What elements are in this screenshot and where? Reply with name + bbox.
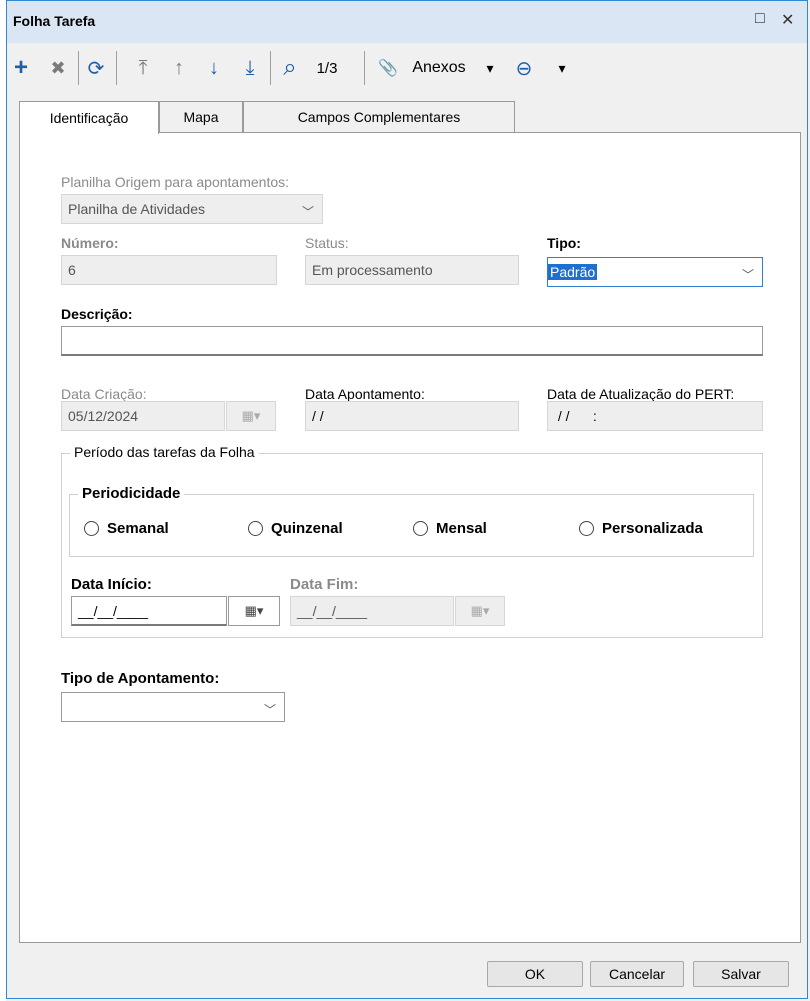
cancel-button[interactable]: Cancelar (590, 961, 684, 987)
data-criacao-field: 05/12/2024 (61, 401, 225, 431)
last-record-icon[interactable]: ⤓ (240, 53, 260, 83)
radio-circle (579, 521, 594, 536)
radio-mensal[interactable]: Mensal (413, 520, 487, 537)
folha-tarefa-window: Folha Tarefa □ ✕ + ✖ ⟳ ⤒ ↑ ↓ ⤓ ⌕ 1/3 📎 A… (6, 0, 808, 999)
status-label: Status: (305, 235, 349, 251)
tipo-select[interactable]: Padrão ﹀ (547, 257, 763, 287)
tab-campos-complementares[interactable]: Campos Complementares (243, 101, 515, 132)
delete-icon[interactable]: ✖ (47, 53, 69, 83)
calendar-icon[interactable]: ▦▾ (228, 596, 280, 626)
descricao-label: Descrição: (61, 306, 133, 322)
periodicidade-title: Periodicidade (78, 485, 185, 502)
toolbar: + ✖ ⟳ ⤒ ↑ ↓ ⤓ ⌕ 1/3 📎 Anexos ▾ ⊖ ▾ (7, 43, 807, 95)
planilha-select: Planilha de Atividades ﹀ (61, 194, 323, 224)
first-record-icon[interactable]: ⤒ (133, 53, 153, 83)
radio-semanal-label: Semanal (107, 520, 169, 537)
ok-button[interactable]: OK (487, 961, 583, 987)
status-field: Em processamento (305, 255, 519, 285)
close-icon[interactable]: ✕ (781, 10, 794, 30)
restore-icon[interactable]: □ (755, 10, 765, 28)
identificacao-panel: Planilha Origem para apontamentos: Plani… (19, 132, 801, 943)
refresh-icon[interactable]: ⟳ (85, 53, 107, 83)
radio-circle (84, 521, 99, 536)
add-icon[interactable]: + (11, 53, 31, 83)
data-pert-field: / / : (547, 401, 763, 431)
tipo-label: Tipo: (547, 235, 581, 251)
tipo-value: Padrão (548, 264, 598, 280)
radio-mensal-label: Mensal (436, 520, 487, 537)
window-title: Folha Tarefa (13, 13, 96, 29)
periodo-group: Período das tarefas da Folha Periodicida… (61, 444, 763, 638)
search-icon[interactable]: ⌕ (279, 53, 301, 83)
chevron-down-icon: ﹀ (741, 268, 754, 282)
data-apontamento-field: / / (305, 401, 519, 431)
tab-identificacao[interactable]: Identificação (19, 101, 159, 134)
calendar-icon: ▦▾ (455, 596, 505, 626)
periodicidade-group: Periodicidade Semanal Quinzenal Mensal P… (69, 485, 754, 557)
chevron-down-icon: ﹀ (301, 205, 314, 219)
numero-label: Número: (61, 235, 119, 251)
paperclip-icon[interactable]: 📎 (378, 53, 398, 83)
data-inicio-field[interactable]: __/__/____ (71, 596, 227, 626)
radio-personalizada-label: Personalizada (602, 520, 703, 537)
planilha-value: Planilha de Atividades (68, 201, 205, 217)
more-actions-icon[interactable]: ⊖ (513, 53, 535, 83)
attachments-button[interactable]: Anexos (401, 53, 477, 83)
planilha-label: Planilha Origem para apontamentos: (61, 174, 290, 190)
radio-quinzenal-label: Quinzenal (271, 520, 343, 537)
toolbar-separator (116, 51, 117, 85)
descricao-field[interactable] (61, 326, 763, 356)
radio-circle (248, 521, 263, 536)
title-bar: Folha Tarefa □ ✕ (7, 1, 807, 43)
radio-circle (413, 521, 428, 536)
data-fim-field: __/__/____ (290, 596, 454, 626)
next-record-icon[interactable]: ↓ (204, 53, 224, 83)
data-apontamento-label: Data Apontamento: (305, 386, 425, 402)
toolbar-separator (270, 51, 271, 85)
data-fim-label: Data Fim: (290, 576, 359, 593)
tab-mapa[interactable]: Mapa (159, 101, 243, 132)
save-button[interactable]: Salvar (693, 961, 789, 987)
numero-field: 6 (61, 255, 277, 285)
radio-quinzenal[interactable]: Quinzenal (248, 520, 343, 537)
data-criacao-label: Data Criação: (61, 386, 147, 402)
page-indicator: 1/3 (316, 59, 338, 77)
chevron-down-icon: ﹀ (263, 703, 276, 717)
toolbar-separator (78, 51, 79, 85)
periodo-title: Período das tarefas da Folha (70, 444, 259, 460)
data-pert-label: Data de Atualização do PERT: (547, 386, 735, 402)
more-actions-dropdown-icon[interactable]: ▾ (555, 53, 569, 83)
calendar-icon: ▦▾ (226, 401, 276, 431)
radio-personalizada[interactable]: Personalizada (579, 520, 703, 537)
toolbar-separator (364, 51, 365, 85)
data-inicio-label: Data Início: (71, 576, 152, 593)
tipo-apontamento-select[interactable]: ﹀ (61, 692, 285, 722)
attachments-dropdown-icon[interactable]: ▾ (483, 53, 497, 83)
tipo-apontamento-label: Tipo de Apontamento: (61, 670, 220, 687)
radio-semanal[interactable]: Semanal (84, 520, 169, 537)
previous-record-icon[interactable]: ↑ (169, 53, 189, 83)
